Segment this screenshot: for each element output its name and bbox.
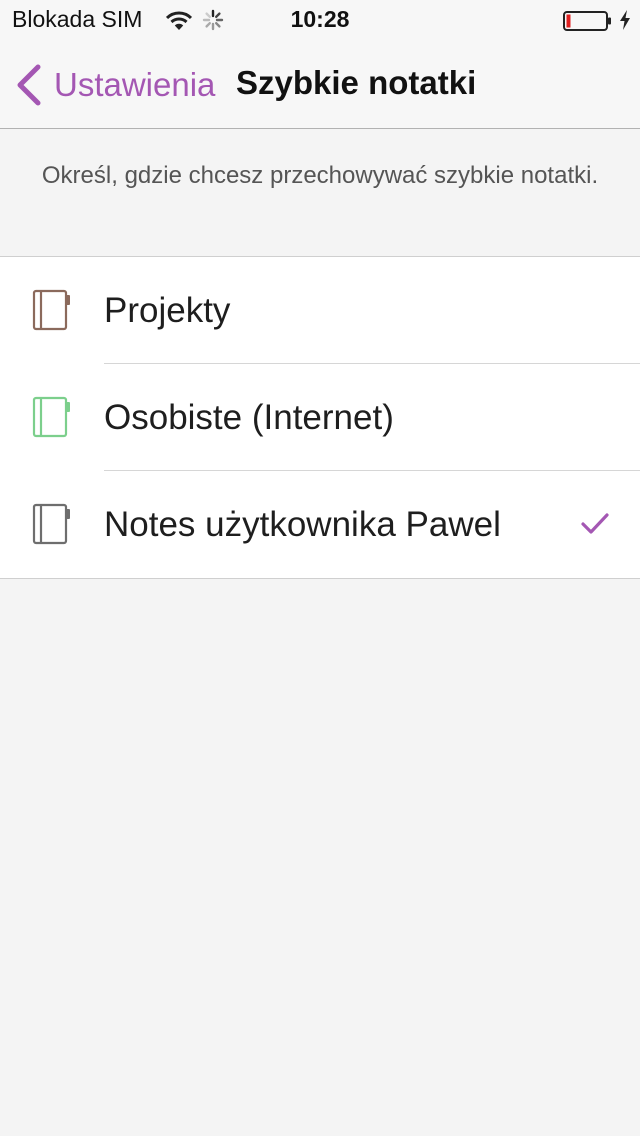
notebook-icon [32, 289, 70, 331]
notebook-label: Osobiste (Internet) [104, 398, 394, 437]
list-item-notebook-osobiste[interactable]: Osobiste (Internet) [0, 363, 640, 471]
status-bar: Blokada SIM 10:28 [0, 0, 640, 40]
battery-icon [563, 11, 611, 31]
section-description: Określ, gdzie chcesz przechowywać szybki… [41, 162, 599, 189]
clock: 10:28 [290, 6, 350, 32]
notebook-icon [32, 396, 70, 438]
chevron-left-icon [17, 64, 41, 106]
back-button[interactable]: Ustawienia [14, 60, 215, 110]
notebook-list: Projekty Osobiste (Internet) Notes użytk… [0, 256, 640, 579]
list-item-notebook-pawel[interactable]: Notes użytkownika Pawel [0, 470, 640, 578]
navigation-bar: Ustawienia Szybkie notatki [0, 40, 640, 129]
charging-bolt-icon [620, 10, 630, 30]
row-separator [104, 470, 640, 471]
list-item-notebook-projekty[interactable]: Projekty [0, 257, 640, 364]
back-button-label: Ustawienia [54, 66, 216, 103]
page-title: Szybkie notatki [236, 64, 477, 101]
checkmark-icon [581, 513, 609, 534]
notebook-icon [32, 503, 70, 545]
notebook-label: Projekty [104, 291, 231, 330]
row-separator [104, 363, 640, 364]
notebook-label: Notes użytkownika Pawel [104, 505, 501, 544]
